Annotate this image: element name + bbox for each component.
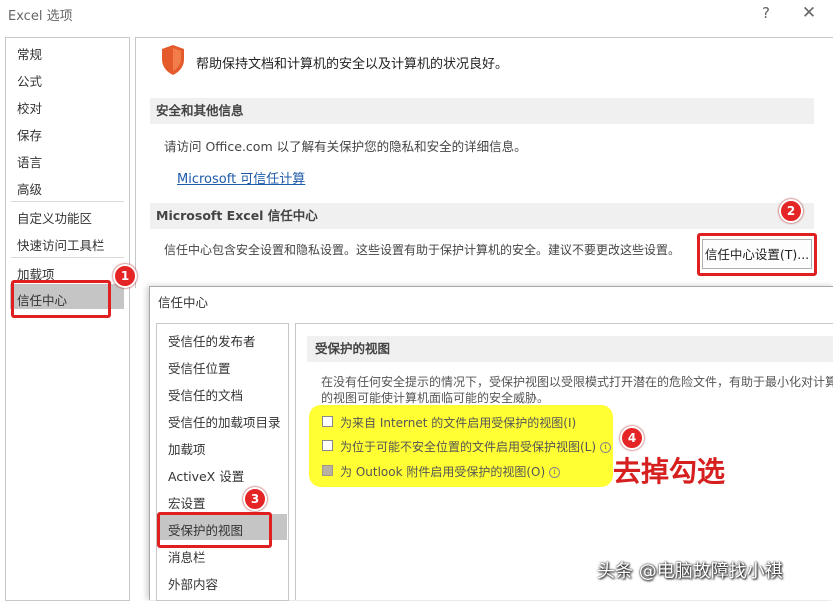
sidebar-item-proofing[interactable]: 校对 <box>17 98 42 117</box>
shield-icon <box>162 45 184 75</box>
tc-item-trusted-addin-catalogs[interactable]: 受信任的加载项目录 <box>168 412 281 431</box>
sidebar-item-quick-access[interactable]: 快速访问工具栏 <box>17 235 105 254</box>
sidebar-item-save[interactable]: 保存 <box>17 125 42 144</box>
section-header-privacy: 安全和其他信息 <box>150 98 814 124</box>
option-label: 为来自 Internet 的文件启用受保护的视图(I) <box>340 416 577 430</box>
trust-center-sidebar: 受信任的发布者 受信任位置 受信任的文档 受信任的加载项目录 加载项 Activ… <box>156 323 289 601</box>
option-label: 为 Outlook 附件启用受保护的视图(O) <box>340 465 546 479</box>
step-badge-1: 1 <box>113 264 137 288</box>
annotation-box-trust-center <box>11 280 111 318</box>
checkbox[interactable] <box>322 440 333 451</box>
option-label: 为位于可能不安全位置的文件启用受保护视图(L) <box>340 440 597 454</box>
trust-center-title: 信任中心 <box>158 295 209 310</box>
step-badge-3: 3 <box>243 487 267 511</box>
tc-item-trusted-locations[interactable]: 受信任位置 <box>168 358 231 377</box>
step-badge-4: 4 <box>620 426 644 450</box>
sidebar-divider <box>11 257 124 258</box>
description-line: 在没有任何安全提示的情况下，受保护视图以受限模式打开潜在的危险文件，有助于最小化… <box>321 375 833 389</box>
annotation-box-protected-view <box>157 512 272 548</box>
protected-view-header: 受保护的视图 <box>307 336 833 362</box>
sidebar-divider <box>11 201 124 202</box>
intro-text: 帮助保持文档和计算机的安全以及计算机的状况良好。 <box>196 57 509 72</box>
annotation-box-settings-button <box>697 233 817 276</box>
sidebar-item-formulas[interactable]: 公式 <box>17 71 42 90</box>
privacy-text: 请访问 Office.com 以了解有关保护您的隐私和安全的详细信息。 <box>164 139 527 154</box>
help-button[interactable]: ? <box>755 2 777 24</box>
close-icon[interactable]: ✕ <box>798 2 820 24</box>
remove-check-annotation: 去掉勾选 <box>613 455 726 488</box>
tc-item-external-content[interactable]: 外部内容 <box>168 574 218 593</box>
trustworthy-computing-link[interactable]: Microsoft 可信任计算 <box>177 168 305 187</box>
sidebar-item-language[interactable]: 语言 <box>17 152 42 171</box>
info-icon: i <box>600 442 612 453</box>
checkbox-disabled <box>322 465 333 476</box>
step-badge-2: 2 <box>779 199 803 223</box>
sidebar-item-customize-ribbon[interactable]: 自定义功能区 <box>17 208 92 227</box>
checkbox[interactable] <box>322 416 333 427</box>
protected-view-description: 在没有任何安全提示的情况下，受保护视图以受限模式打开潜在的危险文件，有助于最小化… <box>321 374 833 406</box>
watermark: 头条 @电脑故障找小祺 <box>597 561 783 582</box>
description-line: 的视图可能使计算机面临可能的安全威胁。 <box>321 391 550 405</box>
tc-item-trusted-documents[interactable]: 受信任的文档 <box>168 385 243 404</box>
info-icon: i <box>549 467 561 478</box>
sidebar-item-advanced[interactable]: 高级 <box>17 179 42 198</box>
options-sidebar: 常规 公式 校对 保存 语言 高级 自定义功能区 快速访问工具栏 加载项 信任中… <box>5 37 130 601</box>
tc-item-macro-settings[interactable]: 宏设置 <box>168 493 206 512</box>
title-bar: Excel 选项 ? ✕ <box>0 0 833 34</box>
trust-text: 信任中心包含安全设置和隐私设置。这些设置有助于保护计算机的安全。建议不要更改这些… <box>164 243 681 257</box>
window-title: Excel 选项 <box>8 9 73 24</box>
section-header-trust-center: Microsoft Excel 信任中心 <box>150 203 814 229</box>
sidebar-item-general[interactable]: 常规 <box>17 44 42 63</box>
tc-item-addins[interactable]: 加载项 <box>168 439 206 458</box>
tc-item-message-bar[interactable]: 消息栏 <box>168 547 206 566</box>
tc-item-activex[interactable]: ActiveX 设置 <box>168 466 244 485</box>
tc-item-trusted-publishers[interactable]: 受信任的发布者 <box>168 331 256 350</box>
